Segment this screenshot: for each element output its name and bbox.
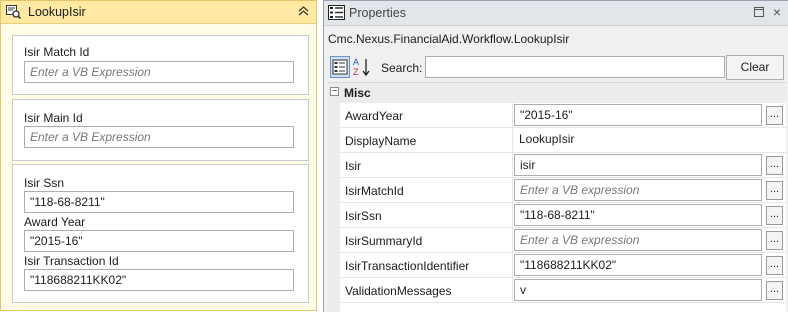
- lookupisir-activity[interactable]: LookupIsir Isir Match Id Enter a VB Expr…: [0, 0, 317, 311]
- lookup-activity-icon: [6, 5, 21, 19]
- award-year-label: Award Year: [24, 215, 86, 229]
- close-icon[interactable]: ×: [770, 3, 784, 21]
- property-row-isirsummaryid[interactable]: IsirSummaryId Enter a VB expression ...: [340, 228, 786, 253]
- column-divider: [512, 153, 513, 178]
- collapse-chevron-icon[interactable]: [296, 4, 311, 19]
- isir-ssn-field[interactable]: "118-68-8211": [24, 191, 294, 213]
- properties-title: Properties: [349, 6, 406, 20]
- search-input[interactable]: [425, 56, 725, 78]
- properties-icon: [328, 5, 345, 20]
- properties-panel: Properties × Cmc.Nexus.FinancialAid.Work…: [323, 0, 788, 312]
- property-value-field[interactable]: "2015-16": [514, 104, 762, 126]
- collapse-category-icon[interactable]: −: [330, 87, 339, 97]
- column-divider: [512, 128, 513, 153]
- column-divider: [512, 103, 513, 128]
- column-divider: [512, 278, 513, 303]
- property-name: IsirSummaryId: [345, 234, 423, 248]
- ellipsis-button[interactable]: ...: [766, 106, 783, 125]
- property-grid: − Misc AwardYear "2015-16" ... DisplayNa…: [328, 82, 786, 312]
- sort-az-icon: A Z: [353, 57, 370, 77]
- property-row-displayname[interactable]: DisplayName LookupIsir: [340, 128, 786, 153]
- property-value-field[interactable]: v: [514, 279, 762, 301]
- svg-text:A: A: [353, 57, 359, 67]
- property-value-text[interactable]: LookupIsir: [514, 129, 762, 151]
- clear-button[interactable]: Clear: [726, 55, 784, 80]
- ellipsis-button[interactable]: ...: [766, 156, 783, 175]
- alphabetical-sort-button[interactable]: A Z: [352, 56, 372, 78]
- category-label: Misc: [344, 86, 371, 100]
- property-value-field[interactable]: isir: [514, 154, 762, 176]
- categorized-icon: [332, 59, 348, 75]
- property-value-field[interactable]: Enter a VB expression: [514, 229, 762, 251]
- svg-text:Z: Z: [353, 67, 359, 77]
- award-year-field[interactable]: "2015-16": [24, 230, 294, 252]
- isir-transaction-id-field[interactable]: "118688211KK02": [24, 269, 294, 291]
- isir-match-id-field[interactable]: Enter a VB Expression: [24, 61, 294, 83]
- isir-details-group: Isir Ssn "118-68-8211" Award Year "2015-…: [12, 164, 309, 303]
- property-row-awardyear[interactable]: AwardYear "2015-16" ...: [340, 103, 786, 128]
- column-divider: [512, 228, 513, 253]
- property-name: ValidationMessages: [345, 284, 452, 298]
- properties-title-bar[interactable]: Properties ×: [324, 1, 788, 26]
- property-row-validationmessages[interactable]: ValidationMessages v ...: [340, 278, 786, 303]
- isir-match-id-group: Isir Match Id Enter a VB Expression: [12, 35, 309, 95]
- property-value-field[interactable]: Enter a VB expression: [514, 179, 762, 201]
- column-divider: [512, 178, 513, 203]
- property-value-field[interactable]: "118688211KK02": [514, 254, 762, 276]
- property-row-isirmatchid[interactable]: IsirMatchId Enter a VB expression ...: [340, 178, 786, 203]
- isir-main-id-field[interactable]: Enter a VB Expression: [24, 126, 294, 148]
- property-name: AwardYear: [345, 109, 404, 123]
- dropdown-window-icon[interactable]: [753, 6, 765, 18]
- isir-ssn-label: Isir Ssn: [24, 176, 65, 190]
- selected-type-name: Cmc.Nexus.FinancialAid.Workflow.LookupIs…: [328, 32, 570, 46]
- column-divider: [512, 253, 513, 278]
- search-label: Search:: [381, 61, 423, 75]
- property-row-isir[interactable]: Isir isir ...: [340, 153, 786, 178]
- property-name: IsirTransactionIdentifier: [345, 259, 470, 273]
- category-misc-row[interactable]: − Misc: [328, 83, 786, 103]
- ellipsis-button[interactable]: ...: [766, 206, 783, 225]
- activity-header[interactable]: LookupIsir: [1, 1, 316, 24]
- isir-main-id-placeholder: Enter a VB Expression: [30, 130, 151, 144]
- ellipsis-button[interactable]: ...: [766, 231, 783, 250]
- property-value-field[interactable]: "118-68-8211": [514, 204, 762, 226]
- property-name: DisplayName: [345, 134, 417, 148]
- ellipsis-button[interactable]: ...: [766, 281, 783, 300]
- property-name: IsirMatchId: [345, 184, 404, 198]
- isir-transaction-id-label: Isir Transaction Id: [24, 254, 119, 268]
- categorized-view-button[interactable]: [330, 56, 350, 78]
- vb-expression-placeholder: Enter a VB expression: [520, 183, 640, 197]
- vb-expression-placeholder: Enter a VB expression: [520, 233, 640, 247]
- isir-match-id-label: Isir Match Id: [24, 45, 90, 59]
- isir-main-id-group: Isir Main Id Enter a VB Expression: [12, 99, 309, 161]
- property-grid-gutter: [328, 103, 340, 312]
- property-name: IsirSsn: [345, 209, 382, 223]
- isir-match-id-placeholder: Enter a VB Expression: [30, 65, 151, 79]
- ellipsis-button[interactable]: ...: [766, 256, 783, 275]
- property-row-isirssn[interactable]: IsirSsn "118-68-8211" ...: [340, 203, 786, 228]
- column-divider: [512, 203, 513, 228]
- activity-title: LookupIsir: [28, 5, 86, 19]
- isir-main-id-label: Isir Main Id: [24, 111, 83, 125]
- ellipsis-button[interactable]: ...: [766, 181, 783, 200]
- property-name: Isir: [345, 159, 361, 173]
- property-row-isirtransactionidentifier[interactable]: IsirTransactionIdentifier "118688211KK02…: [340, 253, 786, 278]
